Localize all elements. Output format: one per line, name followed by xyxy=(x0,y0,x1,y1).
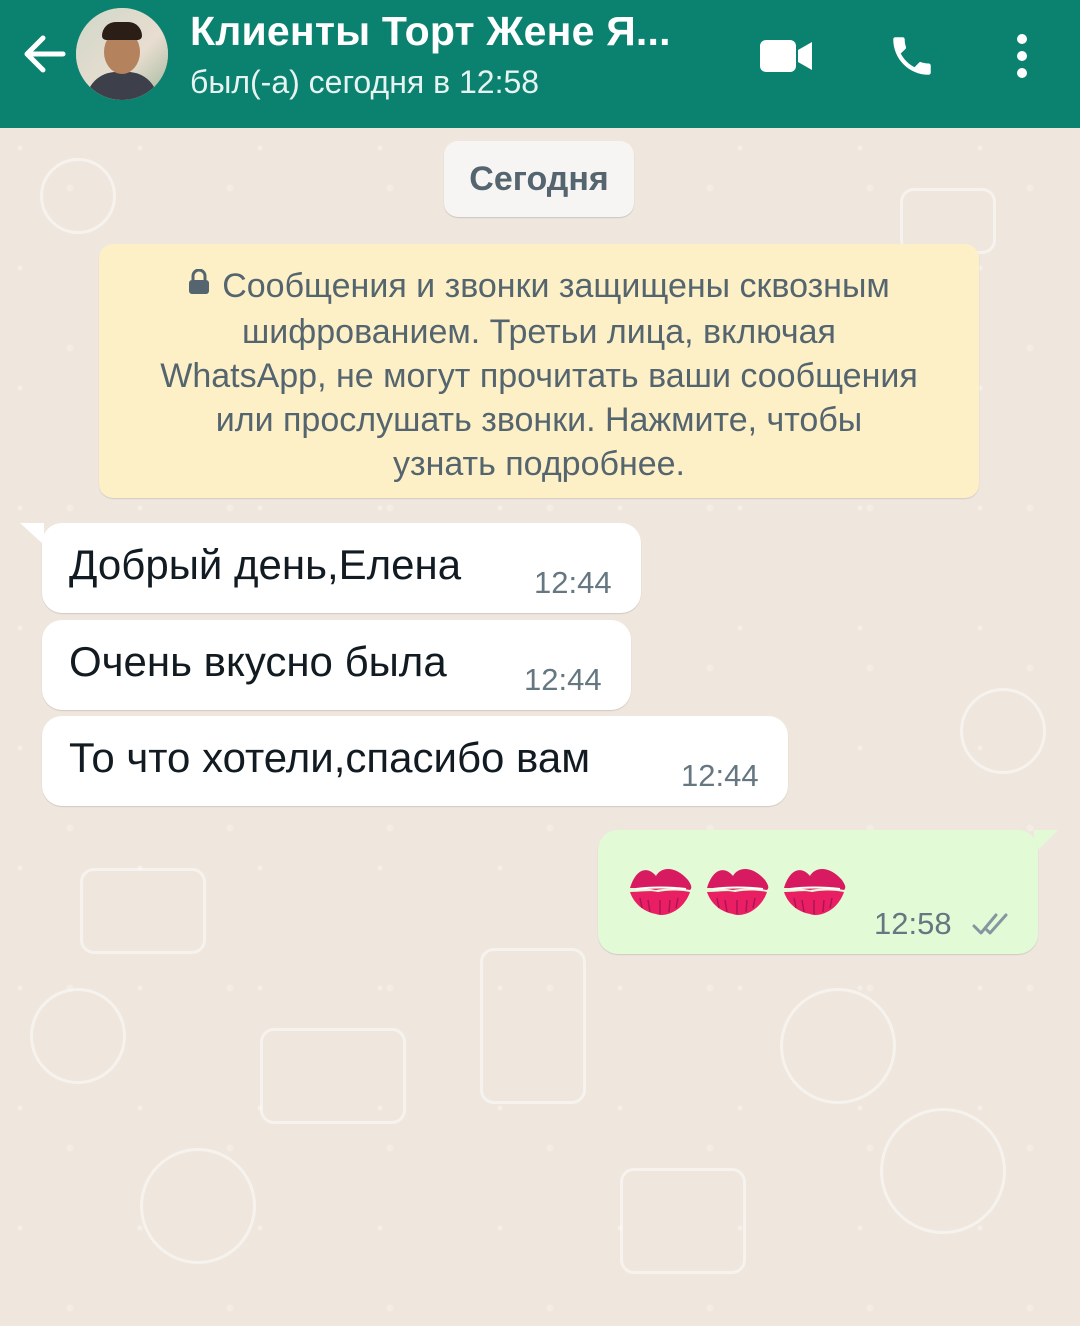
kiss-mark-icon xyxy=(626,858,696,925)
read-double-check-icon xyxy=(972,910,1014,943)
wallpaper-doodle xyxy=(480,948,586,1104)
incoming-message[interactable]: То что хотели,спасибо вам 12:44 xyxy=(42,716,788,806)
encryption-notice[interactable]: Сообщения и звонки защищены сквозным шиф… xyxy=(99,244,979,498)
message-time: 12:44 xyxy=(681,758,759,793)
back-arrow-icon[interactable] xyxy=(18,28,70,80)
date-separator: Сегодня xyxy=(444,141,634,217)
incoming-message[interactable]: Очень вкусно была 12:44 xyxy=(42,620,631,710)
message-text: Добрый день,Елена xyxy=(69,541,462,588)
last-seen-status: был(-а) сегодня в 12:58 xyxy=(190,64,540,100)
message-text: То что хотели,спасибо вам xyxy=(69,734,591,781)
phone-icon[interactable] xyxy=(882,26,942,86)
notice-line: Сообщения и звонки защищены сквозным xyxy=(125,264,953,310)
wallpaper-doodle xyxy=(780,988,896,1104)
message-text: Очень вкусно была xyxy=(69,638,447,685)
message-time: 12:44 xyxy=(534,565,612,600)
wallpaper-doodle xyxy=(880,1108,1006,1234)
kiss-mark-icon xyxy=(703,858,773,925)
avatar[interactable] xyxy=(76,8,168,100)
more-options-icon[interactable] xyxy=(992,26,1052,86)
message-time: 12:58 xyxy=(874,906,952,941)
wallpaper-doodle xyxy=(30,988,126,1084)
wallpaper-doodle xyxy=(140,1148,256,1264)
wallpaper-doodle xyxy=(260,1028,406,1124)
notice-line: шифрованием. Третьи лица, включая xyxy=(242,313,836,352)
wallpaper-doodle xyxy=(40,158,116,234)
notice-line: или прослушать звонки. Нажмите, чтобы xyxy=(215,401,863,440)
bubble-tail xyxy=(20,523,44,545)
wallpaper-doodle xyxy=(80,868,206,954)
notice-line: узнать подробнее. xyxy=(392,445,685,484)
notice-line: WhatsApp, не могут прочитать ваши сообще… xyxy=(160,357,918,396)
contact-name[interactable]: Клиенты Торт Жене Я... xyxy=(190,8,671,55)
message-time: 12:44 xyxy=(524,662,602,697)
lock-icon xyxy=(188,262,210,306)
kiss-mark-icon xyxy=(780,858,850,925)
incoming-message[interactable]: Добрый день,Елена 12:44 xyxy=(42,523,641,613)
wallpaper-doodle xyxy=(960,688,1046,774)
chat-header: Клиенты Торт Жене Я... был(-а) сегодня в… xyxy=(0,0,1080,128)
wallpaper-doodle xyxy=(620,1168,746,1274)
video-call-icon[interactable] xyxy=(756,26,816,86)
